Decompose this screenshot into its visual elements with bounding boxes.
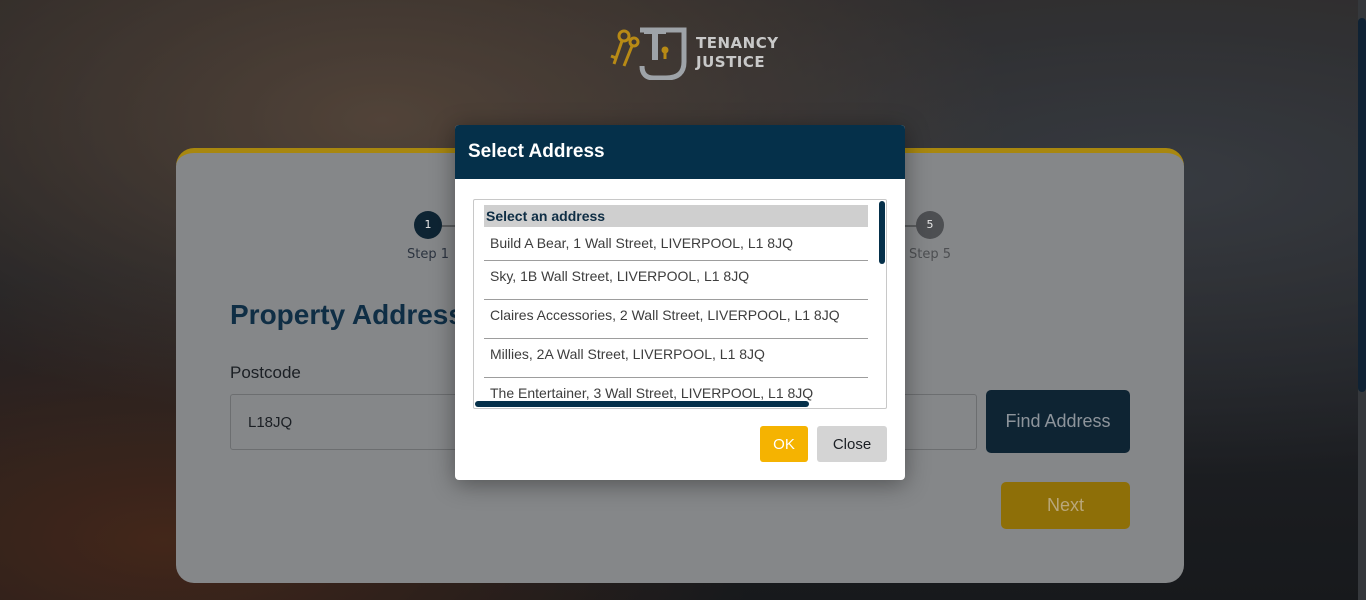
logo-line-1: TENANCY [696,34,779,52]
address-option[interactable]: Claires Accessories, 2 Wall Street, LIVE… [484,300,868,339]
step-1-number: 1 [414,211,442,239]
step-5-label: Step 5 [908,247,951,262]
address-option[interactable]: Millies, 2A Wall Street, LIVERPOOL, L1 8… [484,339,868,378]
postcode-label: Postcode [230,363,301,382]
modal-title: Select Address [455,125,905,179]
address-option[interactable]: Sky, 1B Wall Street, LIVERPOOL, L1 8JQ [484,261,868,300]
page-scrollbar-thumb[interactable] [1358,18,1366,392]
list-horizontal-scrollbar[interactable] [475,401,809,407]
address-list: Select an address Build A Bear, 1 Wall S… [484,205,868,408]
logo-text: TENANCY JUSTICE [696,34,779,72]
next-button[interactable]: Next [1001,482,1130,529]
step-5[interactable]: 5 Step 5 [900,211,960,262]
find-address-button[interactable]: Find Address [986,390,1130,453]
address-list-heading: Select an address [484,205,868,227]
address-option[interactable]: Build A Bear, 1 Wall Street, LIVERPOOL, … [484,227,868,261]
site-logo[interactable]: TENANCY JUSTICE [608,26,779,81]
logo-line-2: JUSTICE [696,53,766,71]
select-address-modal: Select Address Select an address Build A… [455,125,905,480]
address-listbox[interactable]: Select an address Build A Bear, 1 Wall S… [473,199,887,409]
ok-button[interactable]: OK [760,426,808,462]
page-title: Property Address [230,299,464,330]
page-scrollbar[interactable] [1358,0,1366,600]
logo-keys-icon [608,26,688,81]
close-button[interactable]: Close [817,426,887,462]
list-vertical-scrollbar[interactable] [879,201,885,264]
step-1[interactable]: 1 Step 1 [398,211,458,262]
step-1-label: Step 1 [406,247,449,262]
step-5-number: 5 [916,211,944,239]
